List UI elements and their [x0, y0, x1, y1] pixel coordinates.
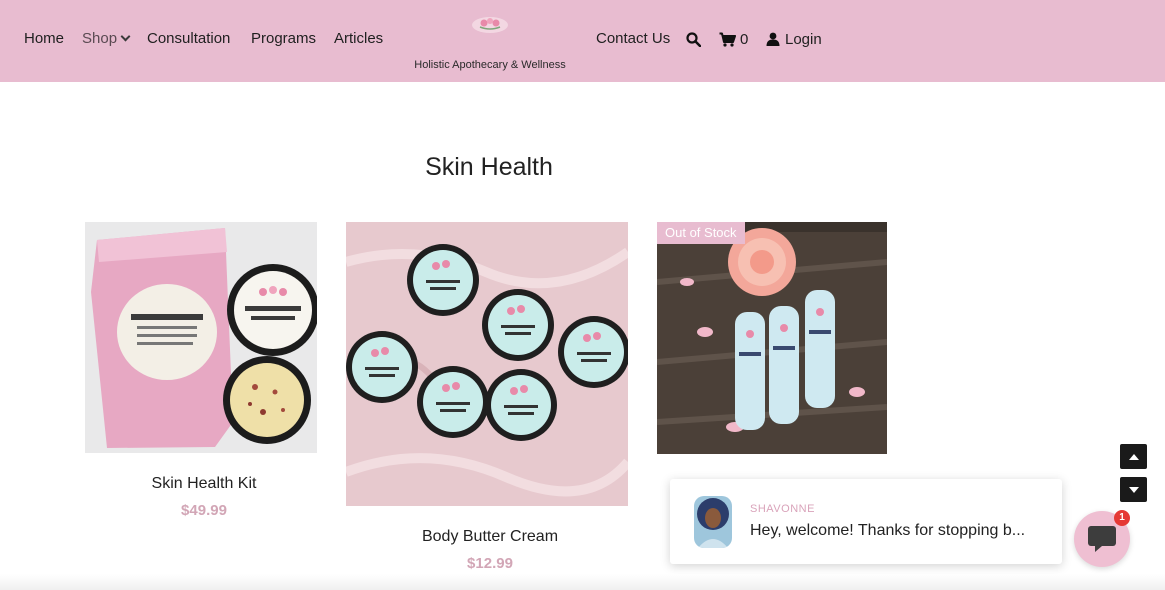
chat-preview[interactable]: SHAVONNE Hey, welcome! Thanks for stoppi… [670, 479, 1062, 564]
cart-button[interactable]: 0 [719, 29, 748, 49]
product-price: $49.99 [181, 502, 227, 519]
nav-shop-label: Shop [82, 30, 118, 47]
chevron-down-icon [120, 31, 131, 42]
arrow-down-icon [1128, 486, 1139, 493]
agent-avatar [694, 496, 732, 548]
nav-programs[interactable]: Programs [251, 30, 316, 47]
nav-shop[interactable]: Shop [82, 30, 131, 47]
chat-unread-badge: 1 [1114, 510, 1130, 526]
site-logo[interactable] [470, 14, 510, 36]
product-name[interactable]: Body Butter Cream [346, 528, 634, 546]
site-tagline: Holistic Apothecary & Wellness [414, 59, 566, 71]
cart-icon [719, 32, 736, 47]
page-bottom-shadow [0, 574, 1165, 590]
arrow-up-icon [1128, 453, 1139, 460]
product-name[interactable]: Skin Health Kit [85, 475, 323, 493]
nav-home[interactable]: Home [24, 30, 64, 47]
search-button[interactable] [686, 29, 701, 49]
scroll-down-button[interactable] [1120, 477, 1147, 502]
login-label: Login [785, 30, 822, 48]
user-icon [766, 32, 780, 46]
nav-articles[interactable]: Articles [334, 30, 383, 47]
product-image-body-butter-cream[interactable] [346, 222, 628, 506]
out-of-stock-badge: Out of Stock [657, 222, 745, 244]
page-title: Skin Health [425, 153, 553, 181]
product-image-skin-health-kit[interactable] [85, 222, 317, 453]
cart-count: 0 [740, 30, 749, 48]
site-header: Home Shop Consultation Programs Articles… [0, 0, 1165, 82]
chat-agent-name: SHAVONNE [750, 503, 815, 515]
login-link[interactable]: Login [766, 29, 822, 49]
search-icon [686, 31, 701, 47]
product-image-lip-balm[interactable]: Out of Stock [657, 222, 887, 454]
chat-message: Hey, welcome! Thanks for stopping b... [750, 522, 1026, 539]
nav-consultation[interactable]: Consultation [147, 30, 230, 47]
product-price: $12.99 [467, 555, 513, 572]
scroll-up-button[interactable] [1120, 444, 1147, 469]
nav-contact[interactable]: Contact Us [596, 30, 670, 47]
chat-icon [1088, 526, 1116, 552]
